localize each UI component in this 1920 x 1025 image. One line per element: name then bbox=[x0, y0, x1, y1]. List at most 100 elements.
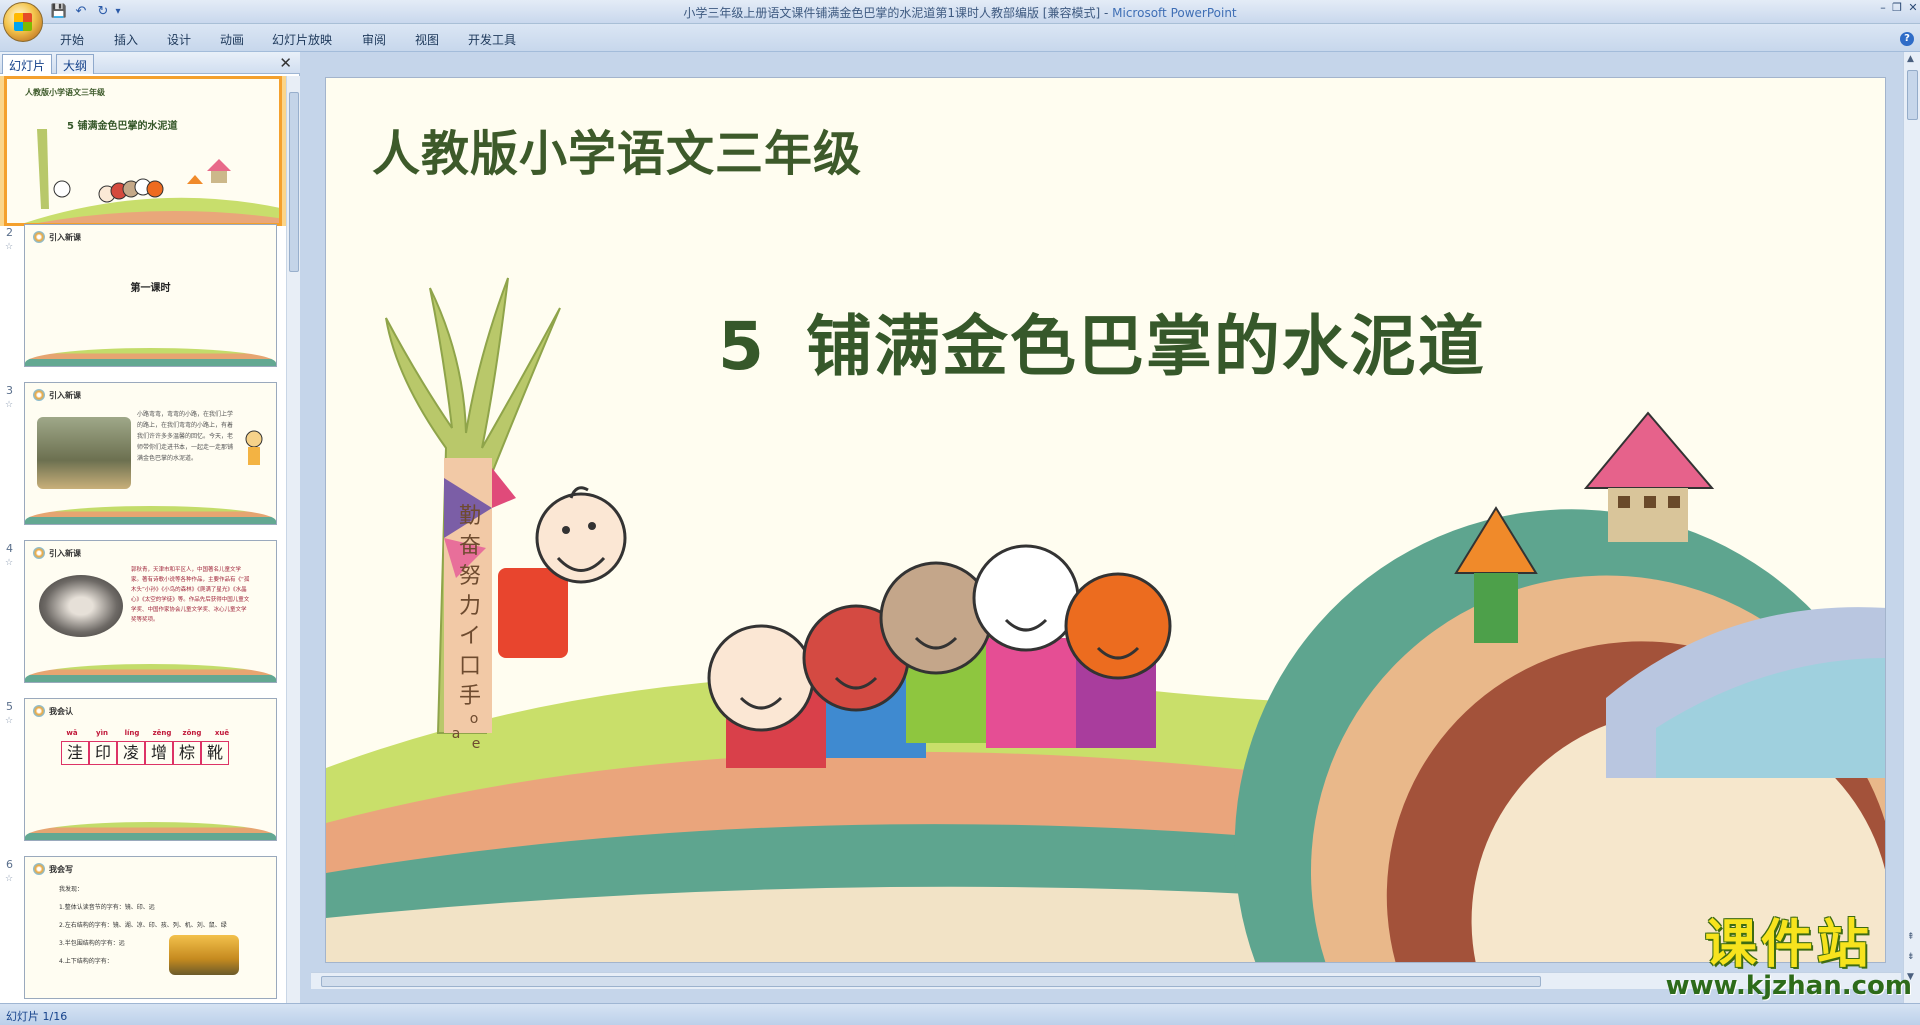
watermark: 课件站 www.kjzhan.com bbox=[1666, 917, 1912, 999]
slide-counter: 幻灯片 1/16 bbox=[6, 1010, 68, 1023]
pinyin: xuē bbox=[214, 729, 230, 737]
thumbnail-canvas: 我会写 我发现： 1.整体认读音节的字有：镜、印、远 2.左右结构的字有：镜、湖… bbox=[24, 856, 277, 999]
tree-letter: イ bbox=[459, 624, 481, 649]
lesson-number: 5 bbox=[718, 308, 766, 385]
panel-tabs: 幻灯片 大纲 ✕ bbox=[0, 52, 300, 74]
tree-letter: a bbox=[452, 726, 461, 742]
tree-letter: 手 bbox=[459, 684, 481, 709]
slide-number: 2 bbox=[6, 226, 13, 239]
thumbnail-canvas: 引入新课 第一课时 bbox=[24, 224, 277, 367]
thumbnail-canvas: 引入新课 郭秋青，天津市和平区人，中国著名儿童文学家。著有诗歌小说等各种作品，主… bbox=[24, 540, 277, 683]
slide-number: 5 bbox=[6, 700, 13, 713]
slide-thumbnail-4[interactable]: 4 ☆ 引入新课 郭秋青，天津市和平区人，中国著名儿童文学家。著有诗歌小说等各种… bbox=[0, 540, 286, 690]
thumb-illustration bbox=[24, 129, 279, 223]
autumn-photo bbox=[169, 935, 239, 975]
thumb-header: 引入新课 bbox=[49, 549, 81, 558]
tree-letter: 奋 bbox=[459, 534, 481, 559]
ribbon-tabs: 开始 插入 设计 动画 幻灯片放映 审阅 视图 开发工具 ? bbox=[0, 24, 1920, 52]
slides-panel: 幻灯片 大纲 ✕ 1 ☆ 人教版小学语文三年级 5 铺满金色巴掌的水泥道 bbox=[0, 52, 300, 1003]
tab-home[interactable]: 开始 bbox=[60, 31, 84, 48]
pinyin: zēng bbox=[152, 729, 172, 737]
thumbnail-scrollbar[interactable] bbox=[286, 76, 300, 1003]
char-cell: 凌 bbox=[117, 741, 145, 765]
char-row: 洼 印 凌 增 棕 靴 bbox=[61, 741, 229, 765]
tree-letter: 勤 bbox=[459, 504, 481, 529]
char-cell: 靴 bbox=[201, 741, 229, 765]
tab-developer[interactable]: 开发工具 bbox=[468, 31, 516, 48]
thumb-header: 引入新课 bbox=[49, 233, 81, 242]
pinyin: líng bbox=[124, 729, 140, 737]
pinyin: zōng bbox=[182, 729, 202, 737]
tab-design[interactable]: 设计 bbox=[167, 31, 191, 48]
status-bar: 幻灯片 1/16 bbox=[0, 1003, 1920, 1025]
thumb-title: 人教版小学语文三年级 bbox=[25, 88, 105, 97]
close-button[interactable]: ✕ bbox=[1902, 1, 1920, 15]
office-logo-icon bbox=[14, 13, 32, 31]
header-badge-icon bbox=[33, 547, 45, 559]
slide-number: 3 bbox=[6, 384, 13, 397]
window-title-app: Microsoft PowerPoint bbox=[1112, 6, 1237, 20]
slide-canvas[interactable]: 勤 奋 努 力 イ 口 手 o a e 人教版小学语文三年级 5 铺满金色巴掌的… bbox=[325, 77, 1886, 963]
slide-editor: 勤 奋 努 力 イ 口 手 o a e 人教版小学语文三年级 5 铺满金色巴掌的… bbox=[301, 52, 1920, 1003]
tree-letter: 努 bbox=[459, 564, 481, 589]
tab-insert[interactable]: 插入 bbox=[114, 31, 138, 48]
pinyin: yìn bbox=[96, 729, 108, 737]
window-title-sep: - bbox=[1100, 6, 1113, 20]
office-button[interactable] bbox=[3, 2, 43, 42]
thumb-body: 小路弯弯，弯弯的小路，在我们上学的路上，在我们弯弯的小路上，有着我们许许多多温馨… bbox=[137, 411, 234, 462]
scrollbar-thumb[interactable] bbox=[321, 976, 1541, 987]
header-badge-icon bbox=[33, 863, 45, 875]
watermark-url: www.kjzhan.com bbox=[1665, 971, 1912, 1001]
thumb-hills bbox=[25, 348, 276, 366]
header-badge-icon bbox=[33, 705, 45, 717]
slide-thumbnail-1[interactable]: 1 ☆ 人教版小学语文三年级 5 铺满金色巴掌的水泥道 bbox=[0, 76, 286, 226]
slide-thumbnail-5[interactable]: 5 ☆ 我会认 wā yìn líng zēng zōng xuē 洼 印 凌 … bbox=[0, 698, 286, 848]
tab-outline[interactable]: 大纲 bbox=[56, 54, 95, 74]
tab-view[interactable]: 视图 bbox=[415, 31, 439, 48]
thumb-header: 我会写 bbox=[49, 865, 73, 874]
road-photo bbox=[37, 417, 131, 489]
animation-icon: ☆ bbox=[5, 874, 14, 884]
char-cell: 洼 bbox=[61, 741, 89, 765]
scrollbar-thumb[interactable] bbox=[289, 92, 299, 272]
slide-thumbnail-3[interactable]: 3 ☆ 引入新课 小路弯弯，弯弯的小路，在我们上学的路上，在我们弯弯的小路上，有… bbox=[0, 382, 286, 532]
scroll-up-icon[interactable]: ▲ bbox=[1907, 54, 1914, 64]
thumb-line: 2.左右结构的字有：镜、湖、凉、印、孩、列、机、刘、鼠、绿 bbox=[59, 922, 227, 929]
tab-slideshow[interactable]: 幻灯片放映 bbox=[272, 31, 332, 48]
thumb-hills bbox=[25, 822, 276, 840]
header-badge-icon bbox=[33, 389, 45, 401]
thumb-body: 郭秋青，天津市和平区人，中国著名儿童文学家。著有诗歌小说等各种作品，主要作品有《… bbox=[131, 567, 250, 623]
thumb-line: 我发现： bbox=[59, 886, 84, 893]
tab-animations[interactable]: 动画 bbox=[220, 31, 244, 48]
tab-review[interactable]: 审阅 bbox=[362, 31, 386, 48]
horizontal-scrollbar[interactable] bbox=[311, 972, 1901, 989]
header-badge-icon bbox=[33, 231, 45, 243]
animation-icon: ☆ bbox=[5, 400, 14, 410]
slide-title[interactable]: 5 铺满金色巴掌的水泥道 bbox=[718, 293, 1486, 389]
thumb-body: 第一课时 bbox=[130, 283, 171, 294]
tree-letter: 口 bbox=[459, 654, 481, 679]
pinyin: wā bbox=[66, 729, 78, 737]
scrollbar-thumb[interactable] bbox=[1907, 70, 1918, 120]
panel-close-icon[interactable]: ✕ bbox=[279, 54, 292, 72]
slide-number: 4 bbox=[6, 542, 13, 555]
tree-letter: e bbox=[472, 736, 481, 752]
lesson-title: 铺满金色巴掌的水泥道 bbox=[805, 308, 1486, 385]
slide-thumbnail-2[interactable]: 2 ☆ 引入新课 第一课时 bbox=[0, 224, 286, 374]
window-title: 小学三年级上册语文课件铺满金色巴掌的水泥道第1课时人教部编版 [兼容模式] - … bbox=[0, 4, 1920, 21]
animation-icon: ☆ bbox=[5, 558, 14, 568]
vertical-scrollbar[interactable]: ▲ ⇞ ⇟ ▼ bbox=[1903, 52, 1920, 1003]
char-cell: 增 bbox=[145, 741, 173, 765]
help-icon[interactable]: ? bbox=[1900, 32, 1914, 46]
slide-subtitle[interactable]: 人教版小学语文三年级 bbox=[372, 114, 862, 184]
pinyin-row: wā yìn líng zēng zōng xuē bbox=[61, 729, 233, 737]
tab-slides[interactable]: 幻灯片 bbox=[2, 54, 53, 74]
window-title-doc: 小学三年级上册语文课件铺满金色巴掌的水泥道第1课时人教部编版 [兼容模式] bbox=[683, 6, 1101, 20]
char-cell: 印 bbox=[89, 741, 117, 765]
watermark-text: 课件站 bbox=[1704, 915, 1873, 975]
slide-thumbnail-6[interactable]: 6 ☆ 我会写 我发现： 1.整体认读音节的字有：镜、印、远 2.左右结构的字有… bbox=[0, 856, 286, 1003]
thumb-line: 1.整体认读音节的字有：镜、印、远 bbox=[59, 904, 155, 911]
thumbnail-canvas: 人教版小学语文三年级 5 铺满金色巴掌的水泥道 bbox=[4, 76, 282, 226]
thumb-hills bbox=[25, 506, 276, 524]
tree-letter: o bbox=[470, 711, 479, 727]
